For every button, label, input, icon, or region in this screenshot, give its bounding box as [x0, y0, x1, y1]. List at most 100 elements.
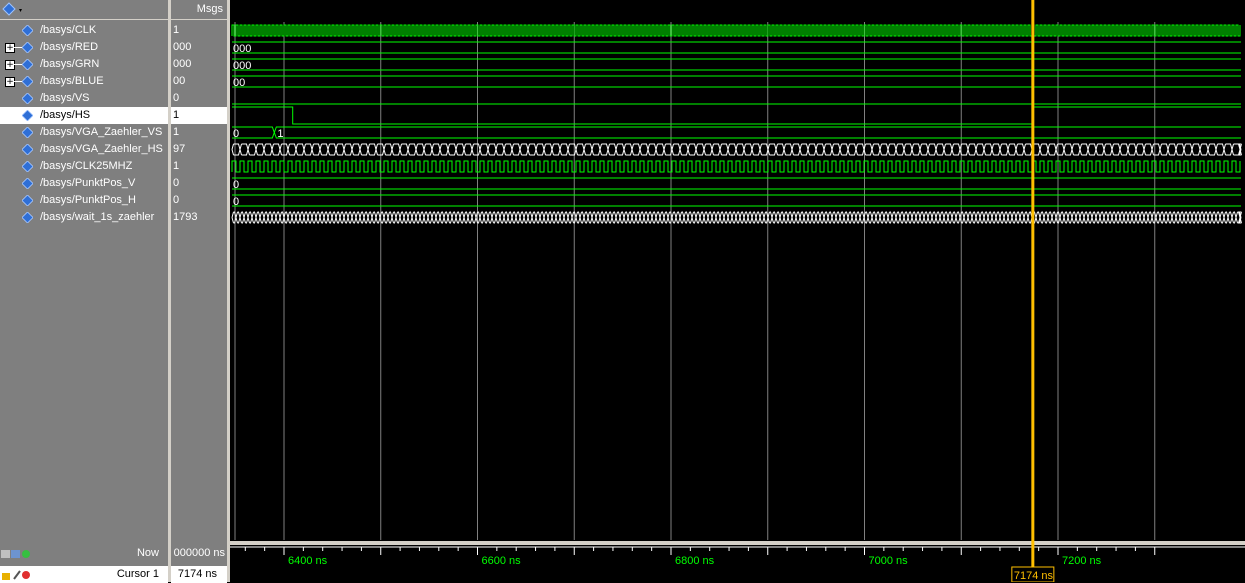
- signal-value: 0: [173, 194, 180, 206]
- wave-toolbar-icon[interactable]: [2, 1, 28, 19]
- waveform-pane[interactable]: 000 000 00 0 1 0 0 6400 ns 6600 ns 6800 ns 7000 ns…: [230, 0, 1245, 582]
- signal-value-cell[interactable]: 0: [171, 175, 227, 192]
- signal-diamond-icon: [22, 195, 33, 206]
- cursor-value: 7174 ns: [177, 568, 217, 580]
- bus-value-label: 0: [233, 179, 239, 191]
- bus-value-label: 00: [233, 77, 245, 89]
- signal-value-cell[interactable]: 1793: [171, 209, 227, 226]
- hs-waveform: [232, 106, 1241, 125]
- bus-value-label: 1: [277, 128, 283, 140]
- signal-value-cell[interactable]: 000: [171, 56, 227, 73]
- signal-value: 1: [173, 109, 180, 121]
- bus-bottom-line: [232, 131, 1241, 139]
- signal-value-cell[interactable]: 000: [171, 39, 227, 56]
- signal-diamond-icon: [22, 161, 33, 172]
- signal-name: /basys/HS: [40, 109, 91, 121]
- signal-value: 000: [173, 58, 192, 70]
- signal-name: /basys/PunktPos_V: [40, 177, 136, 189]
- signal-diamond-icon: [22, 59, 33, 70]
- signal-name: /basys/RED: [40, 41, 99, 53]
- toolbar-icons-now[interactable]: [1, 547, 41, 561]
- signal-row[interactable]: /basys/VGA_Zaehler_HS: [0, 141, 168, 158]
- signal-name: /basys/CLK: [40, 24, 97, 36]
- signal-values-pane: Msgs 1 000 000 00 0 1 1 97 1 0 0 1793 000000 ns 717…: [171, 0, 227, 583]
- signal-row[interactable]: /basys/HS: [0, 107, 168, 124]
- signal-row[interactable]: /basys/PunktPos_H: [0, 192, 168, 209]
- signal-name: /basys/VGA_Zaehler_VS: [40, 126, 163, 138]
- cursor-flag-label: 7174 ns: [1014, 570, 1054, 582]
- signal-value-cell[interactable]: 1: [171, 124, 227, 141]
- clk-waveform: [231, 24, 1241, 37]
- signal-name: /basys/VGA_Zaehler_HS: [40, 143, 163, 155]
- now-label: Now: [136, 547, 159, 559]
- signal-value-cell[interactable]: 0: [171, 90, 227, 107]
- signal-value: 1793: [173, 211, 198, 223]
- signal-name: /basys/VS: [40, 92, 90, 104]
- timeline-tick-label: 6400 ns: [288, 555, 328, 567]
- signal-row[interactable]: /basys/CLK25MHZ: [0, 158, 168, 175]
- signal-name: /basys/CLK25MHZ: [40, 160, 133, 172]
- waveform-canvas[interactable]: 000000000 1006400 ns 6600 ns 6800 ns 7000 ns…: [230, 0, 1245, 582]
- signal-value: 000: [173, 41, 192, 53]
- signal-value: 97: [173, 143, 186, 155]
- signal-row[interactable]: /basys/VS: [0, 90, 168, 107]
- expand-plus-icon[interactable]: +: [5, 43, 15, 53]
- now-value-cell: 000000 ns: [171, 545, 227, 562]
- names-header: [0, 0, 168, 20]
- signal-name: /basys/BLUE: [40, 75, 104, 87]
- signal-value-cell[interactable]: 0: [171, 192, 227, 209]
- signal-value: 00: [173, 75, 186, 87]
- signal-diamond-icon: [22, 93, 33, 104]
- signal-diamond-icon: [22, 76, 33, 87]
- signal-name: /basys/wait_1s_zaehler: [40, 211, 155, 223]
- bus-top-line: [232, 126, 1241, 134]
- signal-value: 0: [173, 92, 180, 104]
- signal-row[interactable]: + /basys/RED: [0, 39, 168, 56]
- signal-row[interactable]: /basys/wait_1s_zaehler: [0, 209, 168, 226]
- bus-value-label: 0: [233, 128, 239, 140]
- signal-value: 0: [173, 177, 180, 189]
- counter-bus-waveform: [231, 143, 1242, 156]
- signal-row[interactable]: /basys/PunktPos_V: [0, 175, 168, 192]
- signal-row[interactable]: /basys/VGA_Zaehler_VS: [0, 124, 168, 141]
- signal-value-cell[interactable]: 1: [171, 107, 227, 124]
- signal-diamond-icon: [22, 212, 33, 223]
- msgs-header-label: Msgs: [196, 3, 223, 15]
- signal-diamond-icon: [22, 25, 33, 36]
- bus-value-label: 000: [233, 43, 251, 55]
- timeline-tick-label: 6600 ns: [482, 555, 522, 567]
- cursor-value-cell: 7174 ns: [171, 566, 227, 583]
- signal-row[interactable]: + /basys/BLUE: [0, 73, 168, 90]
- cursor-tools-icons[interactable]: [1, 568, 41, 582]
- signal-diamond-icon: [22, 144, 33, 155]
- signal-value: 1: [173, 160, 180, 172]
- tree-connector: [14, 81, 22, 82]
- signal-names-pane: /basys/CLK + /basys/RED + /basys/GRN + /basys/…: [0, 0, 168, 583]
- signal-row[interactable]: /basys/CLK: [0, 22, 168, 39]
- signal-diamond-icon: [22, 42, 33, 53]
- signal-name: /basys/GRN: [40, 58, 100, 70]
- timeline-tick-label: 6800 ns: [675, 555, 715, 567]
- timeline-tick-label: 7000 ns: [869, 555, 909, 567]
- signal-row[interactable]: + /basys/GRN: [0, 56, 168, 73]
- signal-diamond-icon: [22, 110, 33, 121]
- signal-value-cell[interactable]: 1: [171, 158, 227, 175]
- signal-diamond-icon: [22, 127, 33, 138]
- timeline-separator: [230, 541, 1245, 545]
- signal-value-cell[interactable]: 00: [171, 73, 227, 90]
- signal-value: 1: [173, 24, 180, 36]
- tree-connector: [14, 47, 22, 48]
- cursor-row[interactable]: Cursor 1: [0, 566, 168, 583]
- now-row: Now: [0, 545, 168, 562]
- signal-value-cell[interactable]: 1: [171, 22, 227, 39]
- timeline-tick-label: 7200 ns: [1062, 555, 1102, 567]
- now-value: 000000 ns: [173, 547, 225, 559]
- signal-name: /basys/PunktPos_H: [40, 194, 136, 206]
- tree-connector: [14, 64, 22, 65]
- expand-plus-icon[interactable]: +: [5, 77, 15, 87]
- cursor-label: Cursor 1: [116, 568, 159, 580]
- signal-value: 1: [173, 126, 180, 138]
- expand-plus-icon[interactable]: +: [5, 60, 15, 70]
- counter-bus-waveform: [231, 211, 1242, 224]
- signal-value-cell[interactable]: 97: [171, 141, 227, 158]
